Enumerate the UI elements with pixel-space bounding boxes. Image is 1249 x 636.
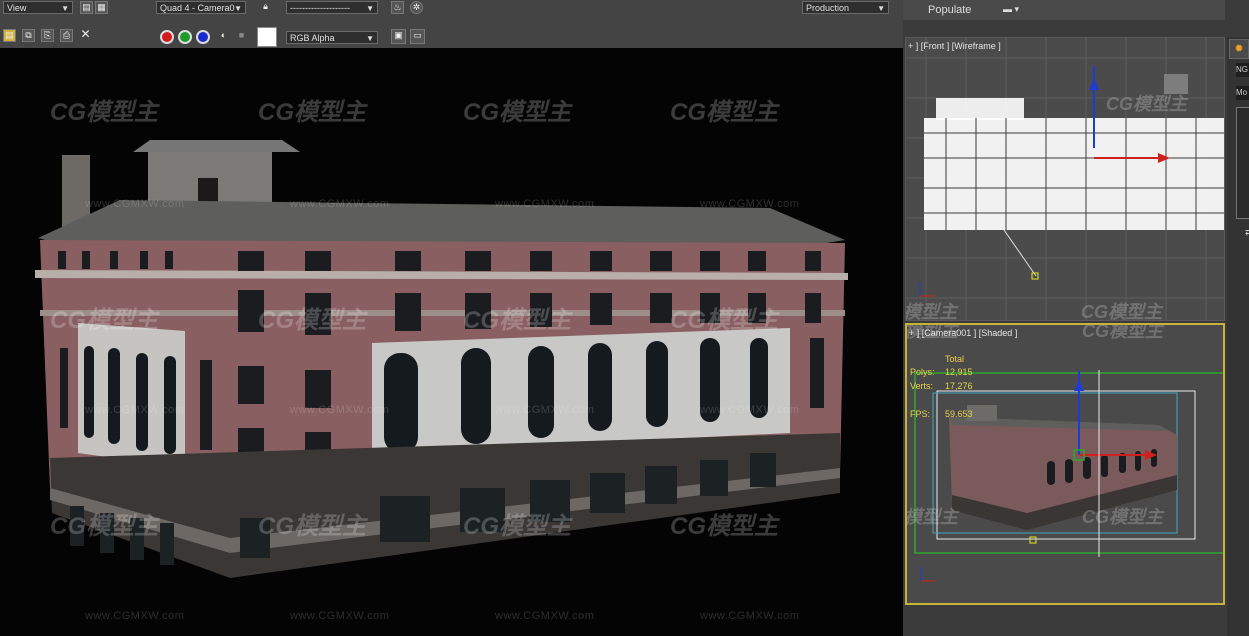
red-channel-icon[interactable] <box>160 30 174 44</box>
stats-fps-value: 59.653 <box>945 409 973 419</box>
render-toolbar-top: View ▼ ▤ ▦ Quad 4 - Camera0 ▼ 🔒︎ ---------… <box>0 0 903 16</box>
channel-dropdown-value: RGB Alpha <box>290 33 335 43</box>
watermark-logo: CG模型主 <box>258 99 366 126</box>
stats-polys-value: 12,915 <box>945 367 973 377</box>
alpha-icon[interactable]: ◐ <box>217 30 230 43</box>
watermark-logo: CG模型主 <box>905 507 958 527</box>
watermark-url: www.CGMXW.com <box>290 198 390 210</box>
watermark-logo: CG模型主 <box>258 307 366 334</box>
front-viewport-label[interactable]: + ] [Front ] [Wireframe ] <box>908 41 1001 51</box>
display-icon[interactable]: ▭ <box>410 29 425 44</box>
overlay-icon[interactable]: ▣ <box>391 29 406 44</box>
channel-dropdown[interactable]: RGB Alpha ▼ <box>286 31 378 44</box>
side-preview-box <box>1236 107 1249 219</box>
watermark-url: www.CGMXW.com <box>85 404 185 416</box>
watermark-logo: CG模型主 <box>1082 507 1163 527</box>
viewport-dropdown-value: Quad 4 - Camera0 <box>160 3 235 13</box>
copy-image-icon[interactable]: ⎘ <box>41 29 54 42</box>
watermark-url: www.CGMXW.com <box>700 198 800 210</box>
watermark-url: www.CGMXW.com <box>290 610 390 622</box>
side-field-2[interactable]: Mo <box>1236 86 1249 100</box>
view-dropdown[interactable]: View ▼ <box>3 1 73 14</box>
watermark-logo: CG模型主 <box>905 302 957 321</box>
watermark-logo: CG模型主 <box>670 307 778 334</box>
sun-icon[interactable]: ✹ <box>1229 39 1249 59</box>
populate-dropdown-icon[interactable]: ▬ ▾ <box>1003 4 1019 15</box>
blue-channel-icon[interactable] <box>196 30 210 44</box>
save-icon[interactable]: ▤ <box>80 1 93 14</box>
stats-fps-label: FPS: <box>910 409 931 419</box>
watermark-logo: CG模型主 <box>258 513 366 540</box>
watermark-logo: CG模型主 <box>463 99 571 126</box>
watermark-url: www.CGMXW.com <box>700 404 800 416</box>
watermark-logo: CG模型主 <box>1081 302 1162 321</box>
clear-icon[interactable]: ✕ <box>79 28 92 42</box>
print-icon[interactable]: ⎙ <box>60 29 73 42</box>
watermark-logo: CG模型主 <box>50 99 158 126</box>
watermark-logo: CG模型主 <box>50 307 158 334</box>
watermark-url: www.CGMXW.com <box>85 610 185 622</box>
front-viewport[interactable]: + ] [Front ] [Wireframe ] CG模型主 CG模型主 CG… <box>905 37 1225 321</box>
watermark-url: www.CGMXW.com <box>700 610 800 622</box>
render-mode-dropdown[interactable]: Production ▼ <box>802 1 889 14</box>
stats-verts-value: 17,276 <box>945 381 973 391</box>
save-image-icon[interactable]: ▤ <box>3 29 16 42</box>
preset-dropdown-value: -------------------- <box>290 3 350 13</box>
view-dropdown-value: View <box>7 3 27 13</box>
render-mode-value: Production <box>806 3 850 13</box>
render-toolbar-bottom: ▤ ⧉ ⎘ ⎙ ✕ ◐ ■ RGB Alpha ▼ ▣ ▭ <box>0 16 903 48</box>
watermark-logo: CG模型主 <box>463 307 571 334</box>
populate-bar: Populate ▬ ▾ <box>903 0 1225 20</box>
stats-polys-label: Polys: <box>910 367 935 377</box>
watermark-url: www.CGMXW.com <box>495 610 595 622</box>
stats-total-label: Total <box>945 354 965 364</box>
camera-viewport[interactable]: + ] [Camera001 ] [Shaded ] Total Polys: … <box>905 323 1225 605</box>
watermark-logo: CG模型主 <box>50 513 158 540</box>
watermark-logo: CG模型主 <box>670 513 778 540</box>
watermark-url: www.CGMXW.com <box>495 404 595 416</box>
teapot-icon[interactable]: ♨ <box>391 1 404 14</box>
viewport-dropdown[interactable]: Quad 4 - Camera0 ▼ <box>156 1 246 14</box>
stats-verts-label: Verts: <box>910 381 934 391</box>
preset-dropdown[interactable]: -------------------- ▼ <box>286 1 378 14</box>
mono-icon[interactable]: ■ <box>235 30 248 43</box>
green-channel-icon[interactable] <box>178 30 192 44</box>
watermark-logo: CG模型主 <box>670 99 778 126</box>
side-field-1[interactable]: NG <box>1236 63 1249 77</box>
rendered-frame: CG模型主 CG模型主 CG模型主 CG模型主 CG模型主 CG模型主 CG模型… <box>0 48 903 636</box>
front-wireframe-grid <box>906 38 1224 320</box>
lock-icon[interactable]: 🔒︎ <box>259 1 272 14</box>
command-panel: ✹ NG Mo ⇄ <box>1227 37 1249 636</box>
watermark-logo: CG模型主 <box>905 323 958 341</box>
watermark-url: www.CGMXW.com <box>495 198 595 210</box>
side-arrow-icon[interactable]: ⇄ <box>1245 227 1249 238</box>
rendered-building-image <box>35 140 848 578</box>
copy-icon[interactable]: ▦ <box>95 1 108 14</box>
watermark-logo: CG模型主 <box>463 513 571 540</box>
watermark-url: www.CGMXW.com <box>290 404 390 416</box>
render-icon[interactable]: ✲ <box>410 1 423 14</box>
watermark-logo: CG模型主 <box>1106 94 1187 114</box>
watermark-logo: CG模型主 <box>1082 323 1163 341</box>
background-swatch[interactable] <box>257 27 277 47</box>
watermark-url: www.CGMXW.com <box>85 198 185 210</box>
populate-tab[interactable]: Populate <box>928 4 971 16</box>
clone-icon[interactable]: ⧉ <box>22 29 35 42</box>
